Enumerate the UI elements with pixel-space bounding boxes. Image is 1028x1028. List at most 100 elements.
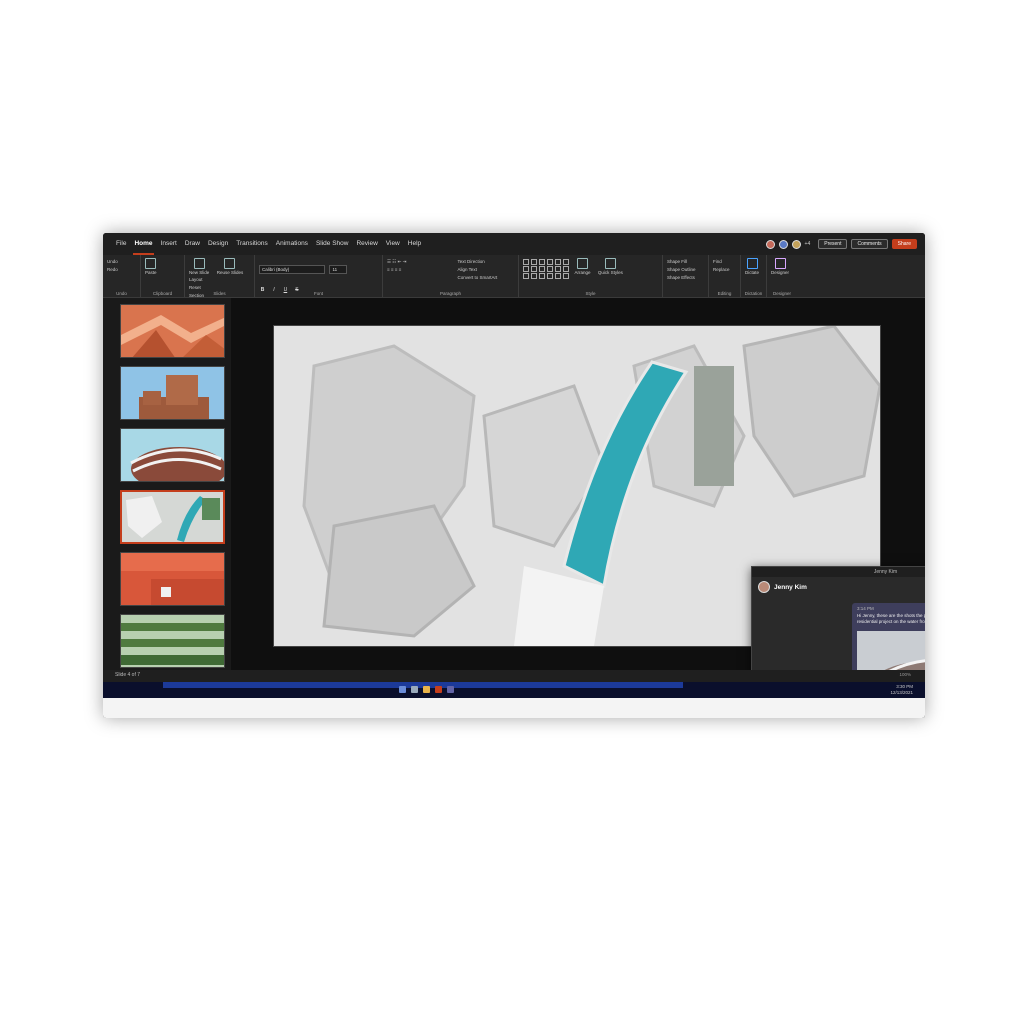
search-icon[interactable] [411, 686, 418, 693]
group-label: Slides [213, 291, 226, 296]
arrange-button[interactable]: Arrange [574, 258, 590, 275]
teams-icon[interactable] [447, 686, 454, 693]
architecture-photo [121, 367, 224, 419]
tab-review[interactable]: Review [355, 233, 378, 255]
slide-thumbnail[interactable] [120, 304, 225, 358]
new-slide-label: New Slide [189, 270, 210, 275]
tab-help[interactable]: Help [407, 233, 422, 255]
system-tray[interactable]: 3:30 PM 12/13/2021 [890, 684, 913, 696]
start-icon[interactable] [399, 686, 406, 693]
group-label: Undo [116, 291, 127, 296]
tab-animations[interactable]: Animations [275, 233, 309, 255]
ribbon-group-editing: Find Replace Editing [709, 255, 741, 297]
architecture-photo [121, 553, 224, 605]
message-text: Hi Jenny, these are the shots the photog… [857, 613, 925, 624]
tab-transitions[interactable]: Transitions [235, 233, 269, 255]
menu-tabs: File Home Insert Draw Design Transitions… [103, 233, 422, 255]
title-bar: File Home Insert Draw Design Transitions… [103, 233, 925, 255]
text-direction-button[interactable]: Text Direction [457, 258, 497, 266]
tab-insert[interactable]: Insert [160, 233, 178, 255]
paste-button[interactable]: Paste [145, 258, 157, 275]
title-actions: +4 Present Comments Share [765, 239, 925, 249]
collaborator-avatar[interactable] [778, 239, 788, 249]
slide-thumbnail-selected[interactable] [120, 490, 225, 544]
designer-label: Designer [771, 270, 790, 275]
slide-thumbnail[interactable] [120, 428, 225, 482]
architecture-photo [121, 305, 224, 357]
message-time: 3:14 PM [857, 606, 874, 611]
slide-counter: Slide 4 of 7 [115, 672, 141, 678]
taskbar: 3:30 PM 12/13/2021 [103, 682, 925, 698]
group-label: Paragraph [439, 291, 461, 296]
tab-slide-show[interactable]: Slide Show [315, 233, 350, 255]
designer-button[interactable]: Designer [771, 258, 789, 275]
comments-button[interactable]: Comments [851, 239, 888, 249]
ribbon-group-undo: Undo Redo Undo [103, 255, 141, 297]
ribbon-group-shape-format: Shape Fill Shape Outline Shape Effects [663, 255, 709, 297]
align-text-button[interactable]: Align Text [457, 266, 497, 274]
shape-effects-button[interactable]: Shape Effects [667, 274, 704, 282]
file-explorer-icon[interactable] [423, 686, 430, 693]
slide-thumbnails-pane [103, 298, 231, 670]
dictate-button[interactable]: Dictate [745, 258, 759, 275]
ribbon-group-font: Calibri (Body) 11 B I U S Font [255, 255, 383, 297]
reuse-slides-button[interactable]: Reuse Slides [216, 258, 244, 275]
shapes-gallery[interactable] [523, 259, 570, 279]
font-size-select[interactable]: 11 [329, 265, 348, 274]
tab-file[interactable]: File [115, 233, 127, 255]
designer-icon [774, 258, 786, 269]
group-label: Designer [772, 291, 791, 296]
collaborator-avatar[interactable] [765, 239, 775, 249]
arrange-icon [576, 258, 588, 269]
redo-button[interactable]: Redo [107, 266, 136, 274]
slide-thumbnail[interactable] [120, 552, 225, 606]
laptop-screen: File Home Insert Draw Design Transitions… [103, 233, 925, 718]
powerpoint-icon[interactable] [435, 686, 442, 693]
contact-name: Jenny Kim [774, 583, 807, 591]
group-label: Clipboard [152, 291, 173, 296]
collaborator-count: +4 [804, 241, 811, 247]
new-slide-button[interactable]: New Slide [189, 258, 209, 275]
find-button[interactable]: Find [713, 258, 736, 266]
quick-styles-label: Quick Styles [597, 270, 623, 275]
bullets-icon[interactable]: ☰ ☷ ⇤ ⇥ [387, 258, 453, 266]
ribbon-group-drawing: Arrange Quick Styles Style [519, 255, 663, 297]
group-label: Font [313, 291, 323, 296]
collaborator-avatar[interactable] [791, 239, 801, 249]
new-slide-icon [193, 258, 205, 269]
slide-thumbnail[interactable] [120, 614, 225, 668]
tab-draw[interactable]: Draw [184, 233, 201, 255]
slide-thumbnail[interactable] [120, 366, 225, 420]
convert-smartart-button[interactable]: Convert to SmartArt [457, 274, 497, 282]
shape-outline-button[interactable]: Shape Outline [667, 266, 704, 274]
tab-view[interactable]: View [385, 233, 401, 255]
avatar [758, 581, 770, 593]
reuse-slides-icon [224, 258, 236, 269]
replace-button[interactable]: Replace [713, 266, 736, 274]
microphone-icon [746, 258, 758, 269]
tab-home[interactable]: Home [133, 233, 154, 255]
group-label: Dictation [744, 291, 763, 296]
shape-fill-button[interactable]: Shape Fill [667, 258, 704, 266]
group-label: Editing [717, 291, 732, 296]
tray-date: 12/13/2021 [890, 690, 913, 695]
undo-button[interactable]: Undo [107, 258, 136, 266]
chat-window-title: Jenny Kim – □ ✕ [752, 567, 925, 577]
zoom-level[interactable]: 100% [899, 672, 911, 677]
quick-styles-button[interactable]: Quick Styles [598, 258, 623, 275]
ribbon-group-paragraph: ☰ ☷ ⇤ ⇥ ≡ ≡ ≡ ≡ Text Direction Align Tex… [383, 255, 519, 297]
layout-button[interactable]: Layout [189, 276, 204, 284]
ribbon-group-designer: Designer Designer [767, 255, 797, 297]
present-button[interactable]: Present [818, 239, 848, 249]
dictate-label: Dictate [745, 270, 760, 275]
ribbon-group-dictation: Dictate Dictation [741, 255, 767, 297]
share-button[interactable]: Share [891, 239, 917, 249]
tab-design[interactable]: Design [207, 233, 229, 255]
reuse-slides-label: Reuse Slides [216, 270, 244, 275]
paste-label: Paste [145, 270, 157, 275]
font-family-select[interactable]: Calibri (Body) [259, 265, 325, 274]
quick-styles-icon [604, 258, 616, 269]
architecture-photo [121, 615, 224, 667]
chat-window-title-text: Jenny Kim [873, 569, 898, 575]
align-icon[interactable]: ≡ ≡ ≡ ≡ [387, 266, 453, 274]
